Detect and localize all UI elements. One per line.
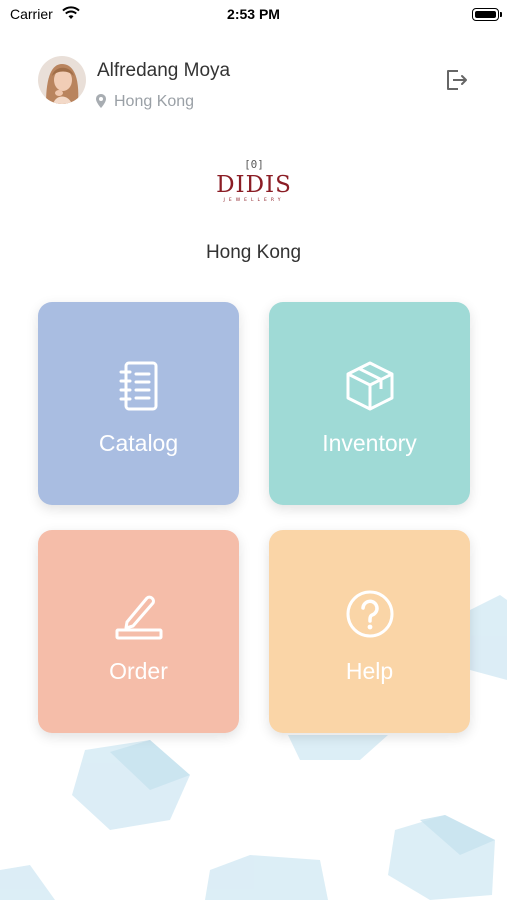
inventory-tile[interactable]: Inventory xyxy=(269,302,470,505)
inventory-label: Inventory xyxy=(322,430,417,456)
notebook-icon xyxy=(119,361,157,411)
battery-cap xyxy=(500,12,502,17)
logo-name: DIDIS xyxy=(216,172,292,198)
logo-subtitle: JEWELLERY xyxy=(223,198,285,203)
catalog-tile[interactable]: Catalog xyxy=(38,302,239,505)
box-icon xyxy=(346,361,393,411)
location-pin-icon xyxy=(96,94,106,108)
question-circle-icon xyxy=(346,590,393,638)
catalog-label: Catalog xyxy=(98,430,179,456)
pen-icon xyxy=(115,595,162,640)
order-tile[interactable]: Order xyxy=(38,530,239,733)
logout-button[interactable] xyxy=(442,66,470,94)
user-name: Alfredang Moya xyxy=(97,60,231,81)
logout-icon xyxy=(447,70,467,90)
status-bar: Carrier 2:53 PM xyxy=(0,0,507,30)
help-label: Help xyxy=(345,658,394,684)
help-tile[interactable]: Help xyxy=(269,530,470,733)
battery-icon xyxy=(472,8,499,21)
clock: 2:53 PM xyxy=(227,6,280,22)
order-label: Order xyxy=(109,658,168,684)
user-location: Hong Kong xyxy=(114,93,195,110)
store-location: Hong Kong xyxy=(205,242,302,263)
logo-mark: [0] xyxy=(244,158,264,171)
avatar[interactable] xyxy=(38,56,86,104)
brand-logo: [0] DIDIS JEWELLERY xyxy=(207,158,301,210)
